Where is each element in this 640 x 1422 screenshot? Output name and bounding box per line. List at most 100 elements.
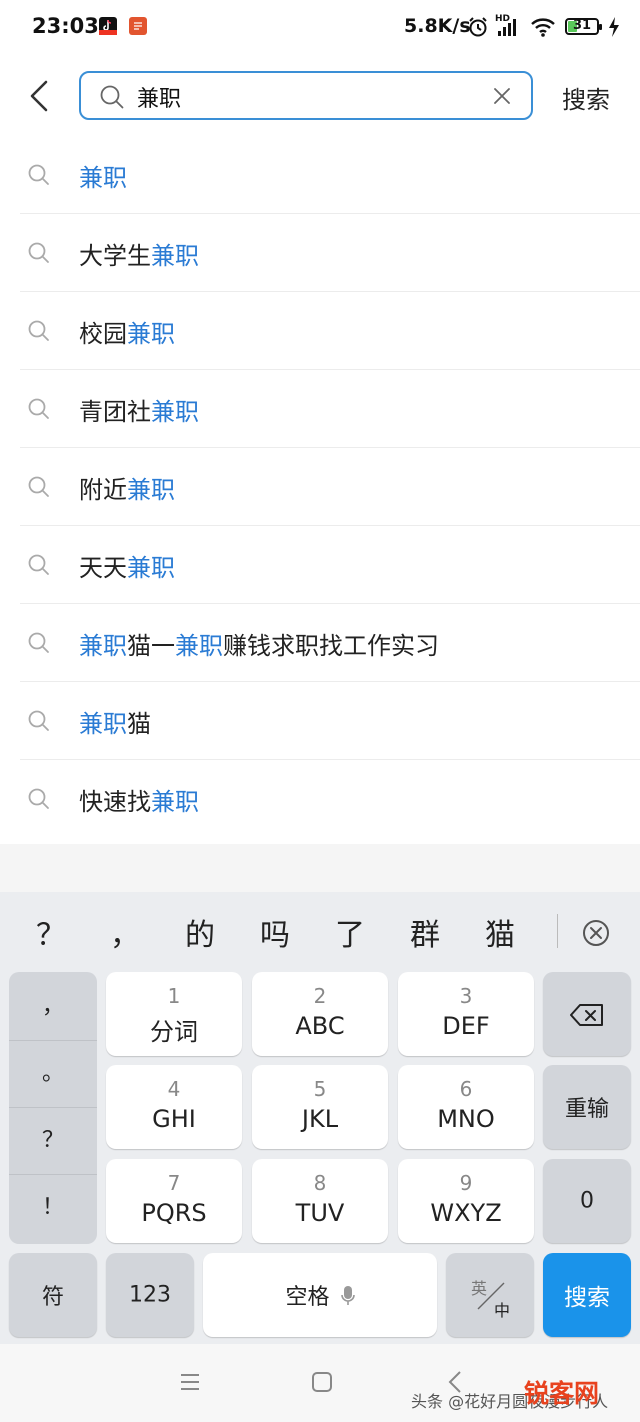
key-1[interactable]: 1 分词 [106,972,242,1056]
suggestion-text: 兼职猫一兼职赚钱求职找工作实习 [79,626,439,661]
network-speed: 5.8K/s [404,15,471,37]
battery-icon: 31 [565,18,602,35]
wifi-icon [531,18,555,37]
tiktok-app-icon [99,17,117,35]
candidate-item[interactable]: 群 [410,910,440,954]
suggestion-text: 兼职猫 [79,704,151,739]
key-5[interactable]: 5 JKL [252,1065,388,1149]
suggestion-item[interactable]: 大学生兼职 [20,214,640,292]
suggestion-item[interactable]: 快速找兼职 [20,760,640,838]
punctuation-key[interactable]: ， [9,974,97,1040]
candidate-item[interactable]: 了 [335,910,365,954]
battery-cap [599,24,602,30]
suggestion-segment: 附近 [79,476,127,504]
brand-logo: 锐客网 [524,1379,600,1408]
key-7[interactable]: 7 PQRS [106,1159,242,1243]
back-button[interactable] [22,74,62,118]
search-icon [28,398,49,419]
key-9[interactable]: 9 WXYZ [398,1159,534,1243]
search-button[interactable]: 搜索 [562,80,610,115]
reset-key[interactable]: 重输 [543,1065,631,1149]
number-mode-key[interactable]: 123 [106,1253,194,1337]
key-number: 1 [167,984,181,1008]
signal-icon [498,19,516,36]
suggestion-highlight: 兼职 [127,554,175,582]
punctuation-key[interactable]: ！ [9,1175,97,1241]
punctuation-column: ， 。 ？ ！ [9,972,97,1244]
key-number: 4 [167,1077,181,1101]
battery-level: 31 [572,18,592,33]
key-number: 7 [167,1171,181,1195]
key-2[interactable]: 2 ABC [252,972,388,1056]
suggestion-segment: 校园 [79,320,127,348]
key-label: PQRS [141,1199,207,1227]
suggestion-segment: 猫一 [127,632,175,660]
suggestion-highlight: 兼职 [127,320,175,348]
punctuation-key[interactable]: ？ [9,1108,97,1174]
symbol-key[interactable]: 符 [9,1253,97,1337]
candidate-item[interactable]: 吗 [260,910,290,954]
suggestion-text: 附近兼职 [79,470,175,505]
suggestion-item[interactable]: 校园兼职 [20,292,640,370]
suggestion-text: 校园兼职 [79,314,175,349]
suggestion-segment: 天天 [79,554,127,582]
punctuation-key[interactable]: 。 [9,1041,97,1107]
suggestion-item[interactable]: 天天兼职 [20,526,640,604]
search-input[interactable] [135,81,469,113]
suggestion-text: 快速找兼职 [79,782,199,817]
suggestion-text: 天天兼职 [79,548,175,583]
keyboard: ？ ， 的 吗 了 群 猫 ， 。 ？ ！ 1 分词 2 ABC 3 DEF 4… [0,892,640,1344]
backspace-key[interactable] [543,972,631,1056]
suggestion-item[interactable]: 附近兼职 [20,448,640,526]
key-8[interactable]: 8 TUV [252,1159,388,1243]
zero-label: 0 [580,1188,594,1214]
suggestion-item[interactable]: 青团社兼职 [20,370,640,448]
chevron-left-icon [30,80,48,112]
microphone-icon [340,1286,355,1305]
candidate-item[interactable]: 的 [185,910,215,954]
suggestion-list: 兼职 大学生兼职 校园兼职 青团社兼职 附近兼职 天天兼职 兼职猫一兼职赚钱求职找工作实习兼… [0,136,640,838]
suggestion-text: 青团社兼职 [79,392,199,427]
submit-search-key[interactable]: 搜索 [543,1253,631,1337]
suggestion-item[interactable]: 兼职猫 [20,682,640,760]
space-key[interactable]: 空格 [203,1253,437,1337]
key-4[interactable]: 4 GHI [106,1065,242,1149]
suggestion-text: 兼职 [79,158,127,193]
suggestion-highlight: 兼职 [127,476,175,504]
lang-zh-label: 中 [494,1301,511,1320]
suggestion-segment: 赚钱求职找工作实习 [223,632,439,660]
red-app-icon [129,17,147,35]
key-6[interactable]: 6 MNO [398,1065,534,1149]
suggestion-segment: 大学生 [79,242,151,270]
space-label: 空格 [285,1285,330,1310]
candidate-divider [557,914,558,948]
suggestion-item[interactable]: 兼职 [20,136,640,214]
search-box[interactable] [79,71,533,120]
key-3[interactable]: 3 DEF [398,972,534,1056]
suggestion-text: 大学生兼职 [79,236,199,271]
key-number: 9 [459,1171,473,1195]
key-label: JKL [301,1105,339,1133]
suggestion-highlight: 兼职 [151,242,199,270]
close-candidates-icon[interactable] [581,918,611,948]
search-icon [28,788,49,809]
suggestion-highlight: 兼职 [79,710,127,738]
clear-icon[interactable] [491,85,513,107]
status-bar: 23:03 5.8K/s HD 31 [0,0,640,52]
language-switch-key[interactable]: 英 中 [446,1253,534,1337]
status-time: 23:03 [32,14,99,38]
candidate-item[interactable]: ？ [36,910,66,954]
suggestion-item[interactable]: 兼职猫一兼职赚钱求职找工作实习 [20,604,640,682]
menu-icon[interactable] [179,1372,201,1392]
home-icon[interactable] [311,1371,333,1393]
key-number: 3 [459,984,473,1008]
key-number: 2 [313,984,327,1008]
suggestion-highlight: 兼职 [151,398,199,426]
candidate-item[interactable]: ， [110,910,140,954]
key-label: DEF [442,1012,490,1040]
submit-label: 搜索 [564,1285,610,1311]
search-icon [28,554,49,575]
charging-icon [609,17,619,37]
zero-key[interactable]: 0 [543,1159,631,1243]
candidate-item[interactable]: 猫 [485,910,515,954]
